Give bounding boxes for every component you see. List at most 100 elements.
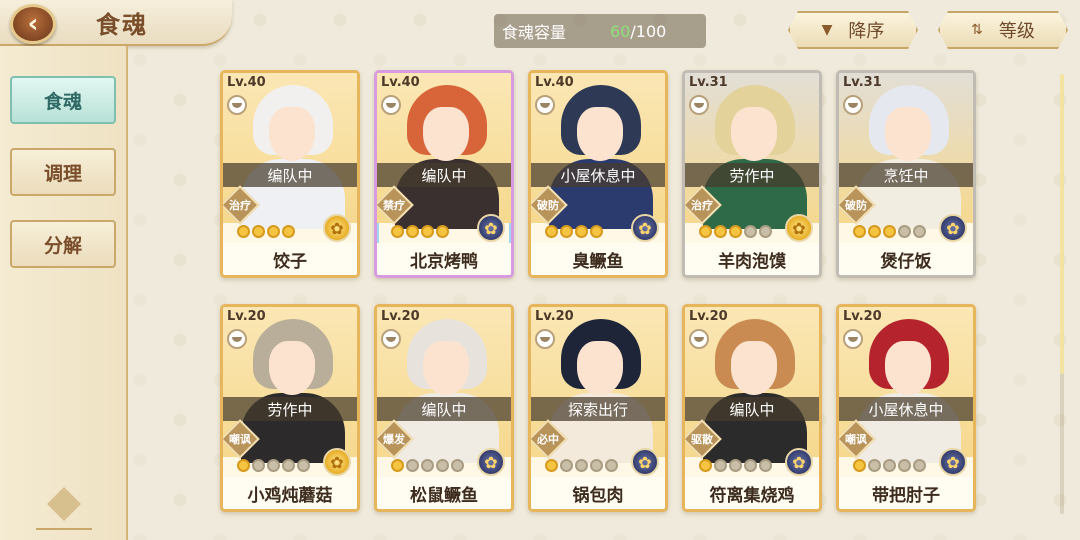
level-label: Lv.20 (689, 309, 728, 324)
tab-conditioning[interactable]: 调理 (10, 148, 116, 196)
food-soul-card[interactable]: Lv.20 编队中 驱散 ✿ 符离集烧鸡 (682, 304, 822, 512)
food-soul-card[interactable]: Lv.31 烹饪中 破防 ✿ 煲仔饭 (836, 70, 976, 278)
star-icon (282, 459, 295, 472)
star-icon (744, 225, 757, 238)
star-icon (575, 459, 588, 472)
role-label: 破防 (537, 199, 559, 212)
character-face (731, 341, 777, 395)
star-icon (883, 459, 896, 472)
star-icon (913, 225, 926, 238)
star-icon (913, 459, 926, 472)
food-soul-grid: Lv.40 编队中 治疗 ✿ 饺子 Lv.40 编队中 禁疗 ✿ 北京烤鸭 Lv… (220, 70, 980, 520)
character-name: 小鸡炖蘑菇 (223, 477, 357, 509)
star-icon (590, 225, 603, 238)
food-plate-icon (843, 329, 863, 349)
star-icon (699, 459, 712, 472)
star-icon (436, 225, 449, 238)
capacity-current: 60 (610, 21, 631, 41)
star-icon (575, 225, 588, 238)
side-panel: 食魂 调理 分解 (0, 46, 128, 540)
tab-label: 分解 (43, 234, 82, 257)
food-soul-card[interactable]: Lv.40 编队中 禁疗 ✿ 北京烤鸭 (374, 70, 514, 278)
food-soul-card[interactable]: Lv.40 小屋休息中 破防 ✿ 臭鳜鱼 (528, 70, 668, 278)
role-label: 必中 (537, 433, 559, 446)
character-face (885, 341, 931, 395)
food-plate-icon (535, 95, 555, 115)
star-icon (699, 225, 712, 238)
food-soul-card[interactable]: Lv.20 小屋休息中 嘲讽 ✿ 带把肘子 (836, 304, 976, 512)
star-icon (267, 459, 280, 472)
tab-decompose[interactable]: 分解 (10, 220, 116, 268)
star-rating (853, 225, 926, 241)
tab-label: 食魂 (43, 90, 82, 113)
food-soul-card[interactable]: Lv.40 编队中 治疗 ✿ 饺子 (220, 70, 360, 278)
food-soul-card[interactable]: Lv.20 编队中 爆发 ✿ 松鼠鳜鱼 (374, 304, 514, 512)
food-plate-icon (381, 95, 401, 115)
star-icon (759, 459, 772, 472)
role-label: 驱散 (691, 433, 713, 446)
back-button[interactable]: ‹ (10, 4, 56, 44)
blue-flower-emblem-icon: ✿ (631, 214, 659, 242)
level-label: Lv.31 (843, 75, 882, 90)
status-label: 劳作中 (223, 397, 357, 421)
scrollbar[interactable] (1060, 74, 1064, 514)
star-rating (545, 225, 603, 241)
capacity-max: /100 (630, 21, 667, 41)
star-icon (282, 225, 295, 238)
star-rating (699, 459, 772, 475)
star-icon (560, 225, 573, 238)
level-label: Lv.40 (381, 75, 420, 90)
star-rating (237, 225, 295, 241)
sort-field-button[interactable]: ⇅ 等级 (938, 11, 1068, 49)
status-label: 编队中 (685, 397, 819, 421)
star-rating (237, 459, 310, 475)
star-icon (590, 459, 603, 472)
character-name: 符离集烧鸡 (685, 477, 819, 509)
character-face (885, 107, 931, 161)
food-plate-icon (689, 329, 709, 349)
character-face (731, 107, 777, 161)
star-icon (436, 459, 449, 472)
blue-flower-emblem-icon: ✿ (477, 214, 505, 242)
food-soul-card[interactable]: Lv.20 劳作中 嘲讽 ✿ 小鸡炖蘑菇 (220, 304, 360, 512)
role-label: 治疗 (229, 199, 251, 212)
star-rating (545, 459, 618, 475)
status-label: 小屋休息中 (839, 397, 973, 421)
star-icon (853, 459, 866, 472)
sort-field-label: 等级 (998, 21, 1035, 42)
level-label: Lv.40 (535, 75, 574, 90)
star-icon (868, 459, 881, 472)
character-face (269, 341, 315, 395)
blue-flower-emblem-icon: ✿ (939, 448, 967, 476)
star-icon (560, 459, 573, 472)
blue-flower-emblem-icon: ✿ (631, 448, 659, 476)
food-plate-icon (843, 95, 863, 115)
character-face (423, 107, 469, 161)
status-label: 烹饪中 (839, 163, 973, 187)
star-icon (252, 459, 265, 472)
star-icon (759, 225, 772, 238)
tab-food-souls[interactable]: 食魂 (10, 76, 116, 124)
sort-order-button[interactable]: ▼ 降序 (788, 11, 918, 49)
star-icon (744, 459, 757, 472)
character-name: 臭鳜鱼 (531, 243, 665, 275)
level-label: Lv.20 (843, 309, 882, 324)
star-rating (699, 225, 772, 241)
status-label: 劳作中 (685, 163, 819, 187)
food-soul-card[interactable]: Lv.20 探索出行 必中 ✿ 锅包肉 (528, 304, 668, 512)
character-name: 羊肉泡馍 (685, 243, 819, 275)
star-icon (898, 225, 911, 238)
scroll-thumb[interactable] (1060, 74, 1064, 374)
star-icon (714, 459, 727, 472)
food-soul-card[interactable]: Lv.31 劳作中 治疗 ✿ 羊肉泡馍 (682, 70, 822, 278)
character-name: 煲仔饭 (839, 243, 973, 275)
blue-flower-emblem-icon: ✿ (785, 448, 813, 476)
star-icon (714, 225, 727, 238)
status-label: 编队中 (377, 397, 511, 421)
food-plate-icon (227, 329, 247, 349)
role-label: 破防 (845, 199, 867, 212)
star-icon (853, 225, 866, 238)
page-title: 食魂 (96, 10, 148, 39)
triangle-down-icon: ▼ (821, 22, 833, 38)
panel-ornament (36, 492, 92, 530)
